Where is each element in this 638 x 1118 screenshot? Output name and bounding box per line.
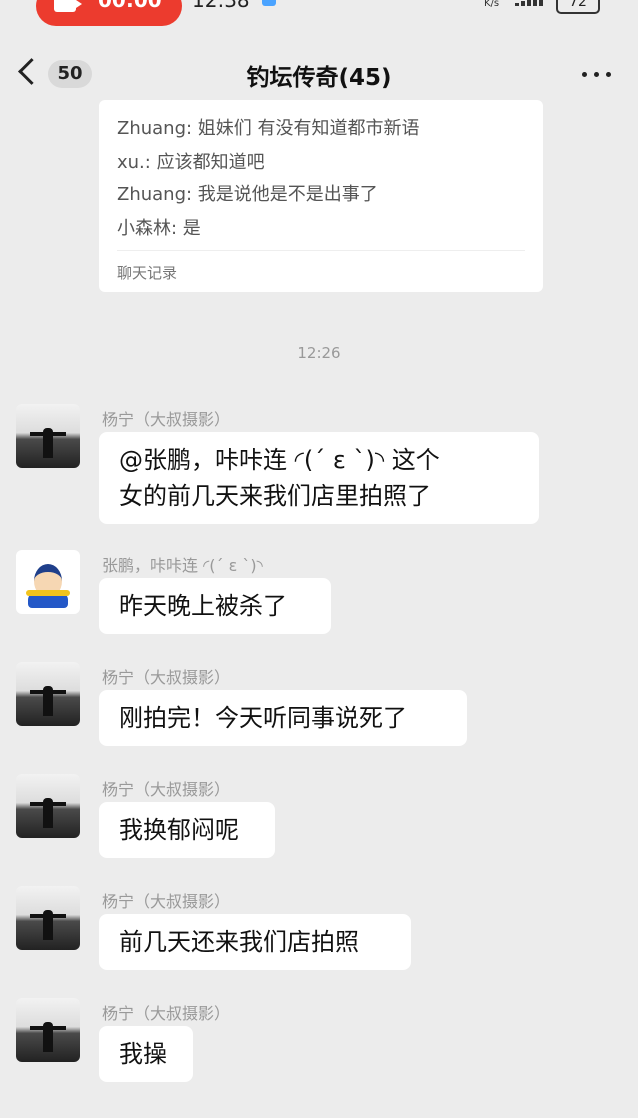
chat-title: 钓坛传奇(45)	[246, 65, 392, 91]
record-line: Zhuang: 姐妹们 有没有知道都市新语	[117, 114, 420, 140]
sender-name: 杨宁（大叔摄影）	[102, 780, 231, 799]
avatar[interactable]	[16, 774, 80, 838]
status-clock: 12:38	[192, 0, 250, 12]
avatar[interactable]	[16, 886, 80, 950]
more-options-button[interactable]	[578, 62, 616, 86]
record-text: : 是	[171, 218, 201, 239]
message-bubble[interactable]: 刚拍完！今天听同事说死了	[99, 690, 467, 746]
message-text-line: 我操	[119, 1040, 167, 1068]
divider	[117, 250, 525, 251]
status-bar: 00:00 12:38 K/s 72	[0, 0, 638, 26]
message-bubble[interactable]: 前几天还来我们店拍照	[99, 914, 411, 970]
time-separator: 12:26	[297, 344, 341, 362]
sender-name: 杨宁（大叔摄影）	[102, 1004, 231, 1023]
record-line: 小森林: 是	[117, 214, 201, 240]
battery-indicator: 72	[556, 0, 600, 14]
signal-icon	[515, 0, 547, 6]
screen-recording-indicator[interactable]: 00:00	[36, 0, 182, 26]
record-sender: Zhuang	[117, 184, 187, 205]
record-footer: 聊天记录	[117, 264, 178, 282]
record-sender: xu.	[117, 152, 145, 173]
message-text-line: 前几天还来我们店拍照	[119, 928, 359, 956]
record-line: xu.: 应该都知道吧	[117, 148, 265, 174]
message-bubble[interactable]: @张鹏，咔咔连 ◜(ˊ ε ˋ)◝ 这个 女的前几天来我们店里拍照了	[99, 432, 539, 524]
message-text-line: 昨天晚上被杀了	[119, 592, 287, 620]
record-text: : 姐妹们 有没有知道都市新语	[186, 118, 420, 139]
avatar[interactable]	[16, 998, 80, 1062]
message-text-line: 我换郁闷呢	[119, 816, 239, 844]
chat-record-card[interactable]: Zhuang: 姐妹们 有没有知道都市新语 xu.: 应该都知道吧 Zhuang…	[99, 100, 543, 292]
message-text-line: 女的前几天来我们店里拍照了	[119, 482, 431, 510]
record-sender: 小森林	[117, 218, 171, 239]
recording-time: 00:00	[98, 0, 162, 12]
message-bubble[interactable]: 昨天晚上被杀了	[99, 578, 331, 634]
notification-icon	[262, 0, 276, 6]
avatar[interactable]	[16, 662, 80, 726]
sender-name: 杨宁（大叔摄影）	[102, 892, 231, 911]
message-bubble[interactable]: 我操	[99, 1026, 193, 1082]
chat-header: 50 钓坛传奇(45)	[0, 46, 638, 102]
record-text: : 应该都知道吧	[144, 152, 265, 173]
record-text: : 我是说他是不是出事了	[186, 184, 378, 205]
message-text-line: 刚拍完！今天听同事说死了	[119, 704, 407, 732]
video-camera-icon	[54, 0, 82, 12]
message-bubble[interactable]: 我换郁闷呢	[99, 802, 275, 858]
avatar[interactable]	[16, 550, 80, 614]
network-speed: K/s	[484, 0, 500, 9]
sender-name: 杨宁（大叔摄影）	[102, 410, 231, 429]
sender-name: 张鹏，咔咔连 ◜(ˊ ε ˋ)◝	[102, 556, 263, 575]
record-line: Zhuang: 我是说他是不是出事了	[117, 180, 378, 206]
sender-name: 杨宁（大叔摄影）	[102, 668, 231, 687]
message-text-line: @张鹏，咔咔连 ◜(ˊ ε ˋ)◝ 这个	[119, 446, 440, 474]
avatar[interactable]	[16, 404, 80, 468]
record-sender: Zhuang	[117, 118, 187, 139]
